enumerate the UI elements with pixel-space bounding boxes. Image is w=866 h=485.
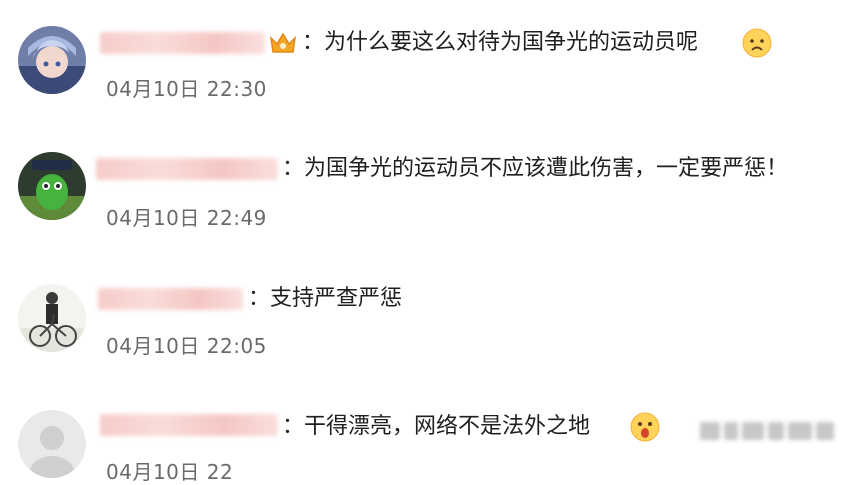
comment-timestamp: 04月10日 22 — [106, 460, 234, 484]
comment-text: ：为什么要这么对待为国争光的运动员呢 — [302, 30, 699, 55]
username-redacted[interactable] — [98, 288, 243, 310]
user-avatar[interactable] — [18, 26, 86, 94]
user-avatar[interactable] — [18, 284, 86, 352]
green-cartoon-avatar — [18, 152, 86, 220]
watermark — [700, 420, 850, 446]
comment-timestamp: 04月10日 22:49 — [106, 206, 267, 230]
comment-timestamp: 04月10日 22:05 — [106, 334, 267, 358]
comment-timestamp: 04月10日 22:30 — [106, 77, 267, 101]
comment-text: ：干得漂亮，网络不是法外之地 — [282, 414, 591, 439]
user-avatar[interactable] — [18, 410, 86, 478]
sad-face-emoji — [742, 28, 772, 58]
username-redacted[interactable] — [100, 32, 265, 54]
user-avatar[interactable] — [18, 152, 86, 220]
comment-text: ：支持严查严惩 — [248, 286, 403, 311]
default-gray-avatar — [18, 410, 86, 478]
crown-badge-icon — [269, 32, 297, 53]
comment-text: ：为国争光的运动员不应该遭此伤害，一定要严惩！ — [282, 156, 789, 181]
shocked-face-emoji — [630, 412, 660, 442]
anime-character-avatar — [18, 26, 86, 94]
username-redacted[interactable] — [96, 158, 278, 180]
person-bicycle-avatar — [18, 284, 86, 352]
username-redacted[interactable] — [100, 414, 278, 436]
